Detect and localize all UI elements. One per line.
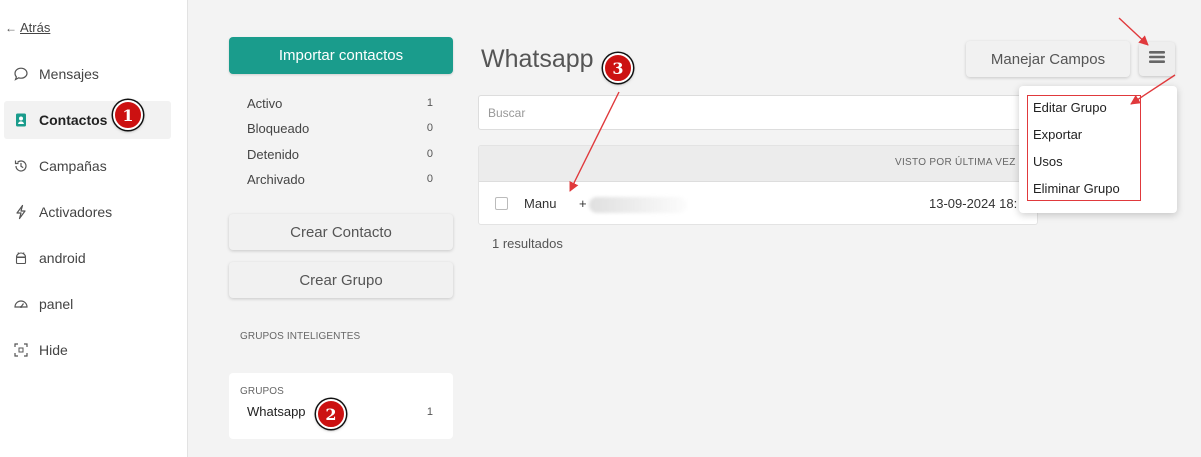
sidebar-item-contactos[interactable]: Contactos — [4, 101, 171, 139]
lightning-icon — [13, 204, 29, 220]
results-count: 1 resultados — [492, 236, 563, 251]
back-link[interactable]: ← Atrás — [5, 20, 50, 35]
sidebar-item-mensajes[interactable]: Mensajes — [4, 55, 171, 93]
contact-name: Manu — [524, 196, 557, 211]
sidebar-item-label: Campañas — [39, 158, 107, 174]
status-label: Bloqueado — [247, 120, 310, 136]
sidebar-item-panel[interactable]: panel — [4, 285, 171, 323]
sidebar-item-label: android — [39, 250, 86, 266]
history-icon — [13, 158, 29, 174]
table-row[interactable]: Manu + 13-09-2024 18: — [479, 183, 1037, 224]
status-filter-archivado[interactable]: Archivado 0 — [247, 169, 433, 189]
status-label: Archivado — [247, 171, 305, 187]
menu-item-usages[interactable]: Usos — [1033, 154, 1063, 169]
group-count: 1 — [426, 405, 433, 418]
search-input[interactable] — [478, 95, 1038, 130]
groups-heading: GRUPOS — [240, 386, 284, 397]
import-contacts-button[interactable]: Importar contactos — [229, 37, 453, 74]
contact-last-seen: 13-09-2024 18: — [929, 196, 1018, 211]
sidebar-item-label: Activadores — [39, 204, 113, 220]
page-title: Whatsapp — [481, 45, 594, 73]
status-label: Activo — [247, 95, 283, 111]
status-count: 0 — [426, 173, 433, 185]
contact-phone: + — [579, 196, 687, 213]
sidebar-item-label: Mensajes — [39, 66, 99, 82]
menu-item-export[interactable]: Exportar — [1033, 127, 1082, 142]
hamburger-menu-icon — [1149, 50, 1165, 69]
phone-prefix: + — [579, 196, 587, 211]
smart-groups-heading: GRUPOS INTELIGENTES — [240, 331, 361, 342]
group-label: Whatsapp — [247, 404, 306, 419]
manage-fields-button[interactable]: Manejar Campos — [966, 41, 1130, 77]
row-checkbox[interactable] — [495, 197, 508, 210]
annotation-badge-2: 2 — [316, 399, 346, 429]
status-filter-bloqueado[interactable]: Bloqueado 0 — [247, 118, 433, 138]
annotation-badge-3: 3 — [603, 53, 633, 83]
sidebar-item-activadores[interactable]: Activadores — [4, 193, 171, 231]
sidebar-item-campanas[interactable]: Campañas — [4, 147, 171, 185]
sidebar-item-android[interactable]: android — [4, 239, 171, 277]
status-label: Detenido — [247, 146, 300, 162]
status-filter-detenido[interactable]: Detenido 0 — [247, 144, 433, 164]
table-header: VISTO POR ÚLTIMA VEZ — [479, 146, 1037, 182]
group-actions-dropdown: Editar Grupo Exportar Usos Eliminar Grup… — [1019, 86, 1177, 213]
back-arrow-icon: ← — [5, 21, 17, 35]
status-count: 1 — [426, 97, 433, 109]
sidebar-item-label: panel — [39, 296, 74, 312]
contacts-table: VISTO POR ÚLTIMA VEZ Manu + 13-09-2024 1… — [478, 145, 1038, 225]
back-link-label: Atrás — [20, 20, 51, 35]
create-contact-button[interactable]: Crear Contacto — [229, 214, 453, 250]
sidebar-item-label: Hide — [39, 342, 68, 358]
chat-bubble-icon — [13, 66, 29, 82]
menu-item-delete-group[interactable]: Eliminar Grupo — [1033, 181, 1120, 196]
status-count: 0 — [426, 122, 433, 134]
dashboard-icon — [13, 296, 29, 312]
status-count: 0 — [426, 148, 433, 160]
menu-item-edit-group[interactable]: Editar Grupo — [1033, 100, 1107, 115]
sidebar-item-hide[interactable]: Hide — [4, 331, 171, 369]
create-group-button[interactable]: Crear Grupo — [229, 262, 453, 298]
annotation-badge-1: 1 — [113, 100, 143, 130]
menu-button[interactable] — [1139, 42, 1175, 76]
status-filter-activo[interactable]: Activo 1 — [247, 93, 433, 113]
collapse-icon — [13, 342, 29, 358]
sidebar-item-label: Contactos — [39, 112, 108, 128]
android-icon — [13, 250, 29, 266]
sidebar: ← Atrás Mensajes Contactos Campañas Activ — [0, 0, 188, 457]
redacted-phone-number — [588, 196, 687, 213]
contact-card-icon — [13, 112, 29, 128]
column-header-last-seen[interactable]: VISTO POR ÚLTIMA VEZ — [895, 157, 1016, 168]
